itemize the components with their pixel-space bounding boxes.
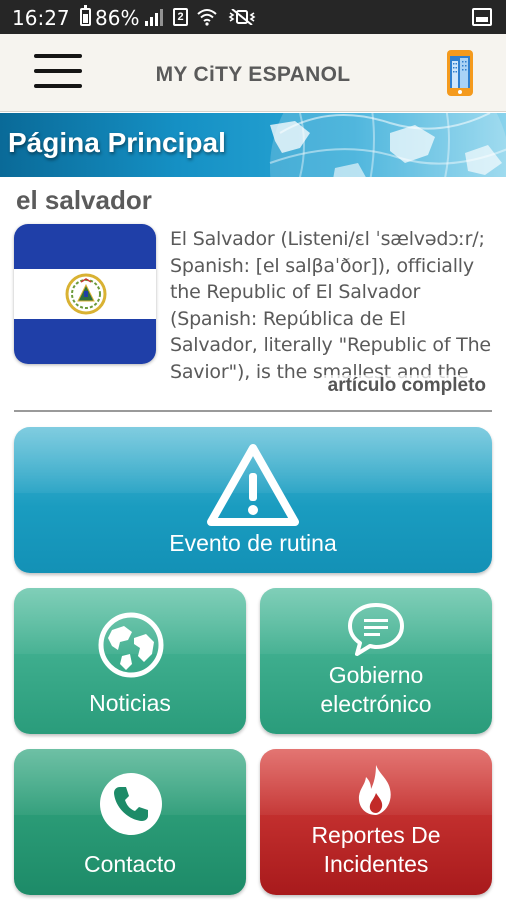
globe-banner-graphic: [269, 113, 506, 177]
app-header: MY CiTY ESPANOL: [0, 34, 506, 112]
page-banner: Página Principal: [0, 113, 506, 177]
incident-reports-label-line1: Reportes De: [311, 822, 441, 848]
status-bar: 16:27 86% 2: [0, 0, 506, 34]
screenshot-icon: [472, 8, 492, 26]
contact-tile[interactable]: Contacto: [14, 749, 246, 895]
el-salvador-flag-image[interactable]: [14, 224, 156, 364]
e-government-label-line1: Gobierno: [328, 662, 424, 688]
routine-event-tile[interactable]: Evento de rutina: [14, 427, 492, 573]
news-tile[interactable]: Noticias: [14, 588, 246, 734]
status-time: 16:27: [12, 6, 70, 30]
phone-icon: [100, 773, 162, 835]
e-government-label-line2: electrónico: [320, 691, 432, 717]
incident-reports-tile[interactable]: Reportes De Incidentes: [260, 749, 492, 895]
city-phone-icon[interactable]: [444, 48, 476, 98]
battery-charging-icon: [80, 5, 91, 26]
article-summary: El Salvador (Listeni/ɛl ˈsælvədɔːr/; Spa…: [170, 228, 491, 382]
warning-icon: [207, 444, 299, 526]
signal-icon: [145, 9, 163, 26]
app-title: MY CiTY ESPANOL: [155, 63, 351, 86]
divider: [14, 410, 492, 412]
wifi-icon: [197, 9, 217, 26]
article-heading: el salvador: [16, 185, 152, 215]
sim-icon: 2: [173, 8, 188, 26]
read-full-article-link[interactable]: artículo completo: [321, 375, 486, 397]
vibrate-mute-icon: [228, 9, 256, 25]
news-label: Noticias: [89, 690, 171, 716]
coat-of-arms-icon: [65, 273, 107, 315]
fire-icon: [358, 765, 391, 815]
incident-reports-label-line2: Incidentes: [323, 851, 429, 877]
contact-label: Contacto: [83, 851, 177, 877]
globe-icon: [98, 612, 164, 678]
e-government-tile[interactable]: Gobierno electrónico: [260, 588, 492, 734]
status-battery: 86%: [95, 6, 140, 30]
chat-bubble-icon: [348, 603, 404, 656]
routine-event-label: Evento de rutina: [169, 530, 337, 556]
page-title: Página Principal: [8, 127, 226, 158]
